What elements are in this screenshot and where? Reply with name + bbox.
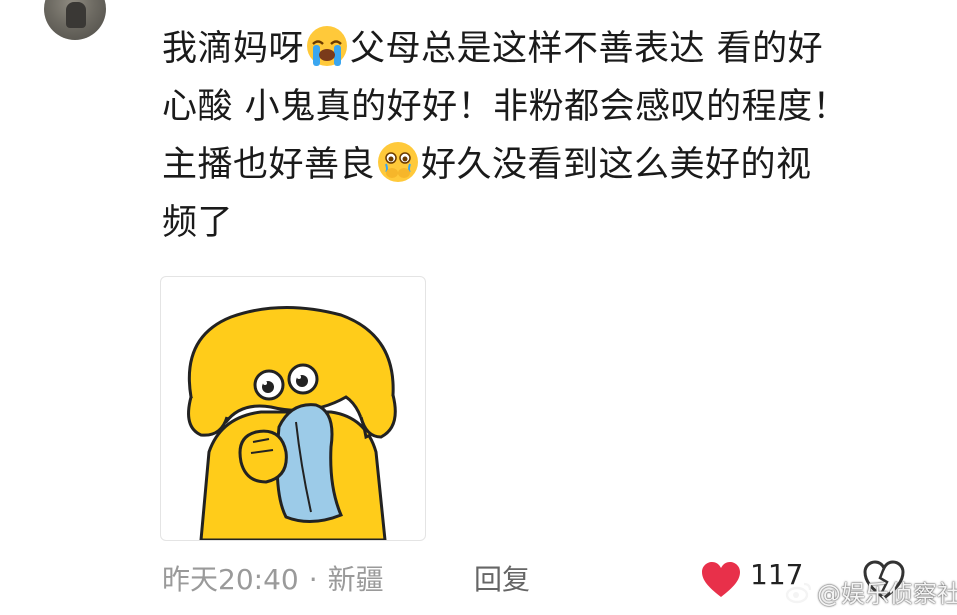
comment-meta: 昨天20:40 · 新疆: [162, 558, 384, 598]
crying-character-sticker-icon: [187, 305, 397, 540]
comment-line-1: 我滴妈呀 父母总是这样不善表达 看的好: [162, 20, 922, 78]
avatar-figure: [66, 2, 86, 28]
timestamp: 昨天20:40: [162, 563, 299, 596]
weibo-logo-icon: [785, 582, 812, 603]
comment-segment: 父母总是这样不善表达 看的好: [350, 29, 824, 69]
location: 新疆: [327, 563, 384, 596]
watermark: @娱乐侦察社: [785, 574, 957, 609]
comment-segment: 好久没看到这么美好的视: [421, 145, 812, 185]
comment-line-2: 心酸 小鬼真的好好！非粉都会感叹的程度！: [162, 87, 849, 127]
loudly-crying-emoji-icon: [307, 26, 348, 66]
comment-text: 我滴妈呀 父母总是这样不善表达 看的好 心酸 小鬼真的好好！非粉都会感叹的程度！…: [162, 20, 922, 252]
comment-segment: 主播也好善良: [162, 145, 376, 185]
sticker-image[interactable]: [160, 276, 426, 541]
holding-back-tears-emoji-icon: [378, 142, 419, 182]
watermark-text: @娱乐侦察社: [817, 580, 957, 608]
comment-line-3: 主播也好善良 好久没看到这么美好的视: [162, 136, 922, 194]
comment-segment: 我滴妈呀: [162, 29, 305, 69]
heart-icon[interactable]: [700, 561, 742, 599]
meta-separator: ·: [308, 563, 318, 596]
comment-line-4: 频了: [162, 203, 234, 243]
reply-button[interactable]: 回复: [474, 558, 530, 598]
avatar[interactable]: [44, 0, 106, 40]
